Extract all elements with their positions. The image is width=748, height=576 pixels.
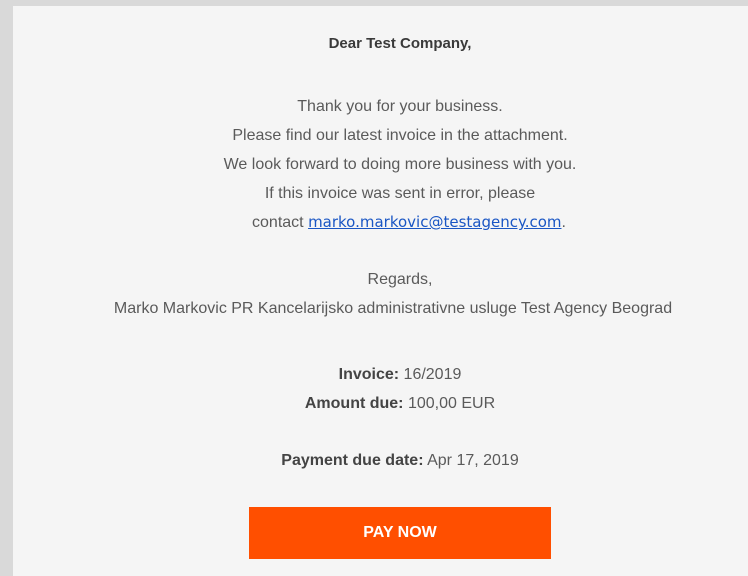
sender-name: Marko Markovic PR Kancelarijsko administ… <box>113 300 673 317</box>
due-value: Apr 17, 2019 <box>423 452 519 469</box>
message-line: Thank you for your business. <box>297 98 503 115</box>
amount-label: Amount due: <box>304 395 404 412</box>
contact-suffix: . <box>561 214 566 231</box>
invoice-label: Invoice: <box>338 366 400 383</box>
contact-email-link[interactable]: marko.markovic@testagency.com <box>308 213 561 231</box>
invoice-number: Invoice: 16/2019 <box>13 360 748 389</box>
amount-due: Amount due: 100,00 EUR <box>13 389 748 418</box>
due-label: Payment due date: <box>281 452 424 469</box>
message-line: We look forward to doing more business w… <box>223 156 577 173</box>
message-line: Please find our latest invoice in the at… <box>232 127 568 144</box>
payment-due-date: Payment due date: Apr 17, 2019 <box>13 452 748 470</box>
greeting: Dear Test Company, <box>328 35 472 52</box>
regards-text: Regards, <box>367 271 433 288</box>
invoice-value: 16/2019 <box>399 366 462 383</box>
amount-value: 100,00 EUR <box>403 395 496 412</box>
invoice-details: Invoice: 16/2019 Amount due: 100,00 EUR <box>13 360 748 418</box>
contact-line: contact marko.markovic@testagency.com. <box>13 208 748 237</box>
message-line: If this invoice was sent in error, pleas… <box>264 185 536 202</box>
contact-prefix: contact <box>252 214 309 231</box>
email-body: Dear Test Company, Thank you for your bu… <box>13 6 748 576</box>
message-text: Thank you for your business. Please find… <box>13 92 748 237</box>
signature: Regards, Marko Markovic PR Kancelarijsko… <box>13 265 748 323</box>
pay-now-button[interactable]: PAY NOW <box>249 507 551 559</box>
